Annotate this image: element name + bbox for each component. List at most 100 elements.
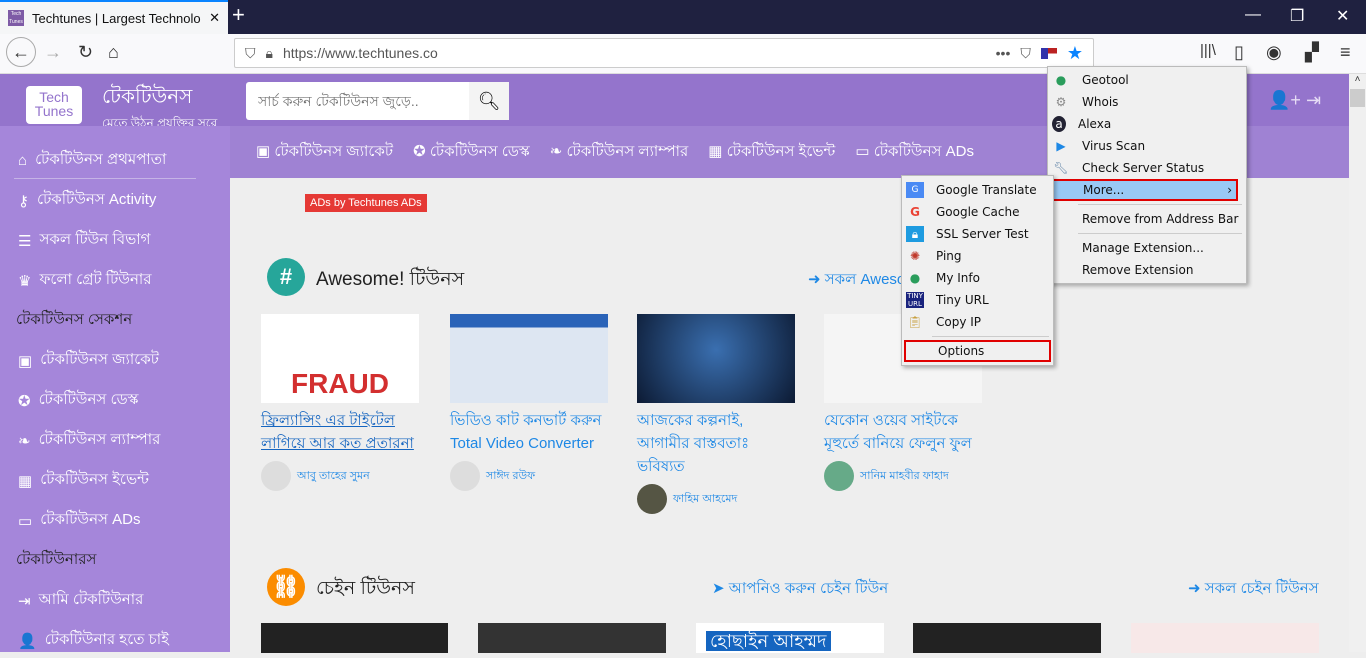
card-title[interactable]: যেকোন ওয়েব সাইটকে মূহুর্তে বানিয়ে ফেলু… xyxy=(824,409,982,455)
tune-card[interactable]: আজকের কল্পনাই, আগামীর বাস্তবতাঃ ভবিষ্যত … xyxy=(637,314,795,514)
menu-item-remove-from-bar[interactable]: Remove from Address Bar xyxy=(1048,208,1246,230)
card-image[interactable] xyxy=(637,314,795,403)
submenu-item-ssl-test[interactable]: 🔒︎ SSL Server Test xyxy=(902,223,1053,245)
globe-icon: ● xyxy=(1055,73,1067,87)
site-logo[interactable]: Tech Tunes xyxy=(26,86,82,124)
menu-item-virus-scan[interactable]: ▶ Virus Scan xyxy=(1048,135,1246,157)
menu-item-remove-extension[interactable]: Remove Extension xyxy=(1048,259,1246,281)
avatar[interactable] xyxy=(261,461,291,491)
add-user-icon[interactable]: 👤+ xyxy=(1268,90,1301,111)
submenu-item-copy-ip[interactable]: 📋︎ Copy IP xyxy=(902,311,1053,333)
sidebar-item-categories[interactable]: ☰ সকল টিউন বিভাগ xyxy=(18,228,150,253)
chevron-right-icon: › xyxy=(1227,183,1232,197)
card-image[interactable] xyxy=(450,314,608,403)
menu-item-geotool[interactable]: ● Geotool xyxy=(1048,69,1246,91)
bookmark-star-icon[interactable]: ★ xyxy=(1067,43,1083,64)
tab-title: Techtunes | Largest Technology xyxy=(32,10,202,26)
avatar[interactable] xyxy=(637,484,667,514)
library-icon[interactable]: |||\ xyxy=(1200,42,1216,59)
author[interactable]: ফাহিম আহমেদ xyxy=(673,490,737,509)
sidebar-item-jacket[interactable]: ▣ টেকটিউনস জ্যাকেট xyxy=(18,348,159,373)
author[interactable]: আবু তাহের সুমন xyxy=(297,467,370,486)
search-icon: 🔍︎ xyxy=(477,90,501,111)
sidebar-item-ads[interactable]: ▭ টেকটিউনস ADs xyxy=(18,508,140,533)
chain-card-image[interactable] xyxy=(478,623,666,653)
scroll-thumb[interactable] xyxy=(1350,89,1365,107)
tune-card[interactable]: FRAUD ফ্রিল্যান্সিং এর টাইটেল লাগিয়ে আর… xyxy=(261,314,419,491)
ads-tag[interactable]: ADs by Techtunes ADs xyxy=(305,194,427,212)
link-icon: ⛓ xyxy=(267,568,305,606)
back-button[interactable]: ← xyxy=(6,37,36,67)
scrollbar[interactable]: ˄ xyxy=(1349,74,1366,652)
lock-icon: 🔒︎ xyxy=(906,226,924,242)
chain-card-image[interactable]: হোছাইন আহম্মদ xyxy=(696,623,884,653)
sidebar-icon[interactable]: ▯ xyxy=(1234,42,1244,63)
scroll-up-icon[interactable]: ˄ xyxy=(1349,74,1366,85)
submenu-item-ping[interactable]: ✺ Ping xyxy=(902,245,1053,267)
avatar[interactable] xyxy=(824,461,854,491)
chain-card-image[interactable] xyxy=(261,623,448,653)
new-tab-button[interactable]: + xyxy=(232,2,245,28)
menu-icon[interactable]: ≡ xyxy=(1340,42,1351,63)
flag-extension-icon[interactable] xyxy=(1040,47,1057,59)
login-icon[interactable]: ⇥ xyxy=(1306,90,1321,111)
url-text[interactable]: https://www.techtunes.co xyxy=(283,45,986,61)
forward-button[interactable]: → xyxy=(44,42,62,63)
google-icon: G xyxy=(910,205,920,219)
close-tab-icon[interactable]: ✕ xyxy=(209,10,220,26)
page-actions-icon[interactable]: ••• xyxy=(996,45,1011,61)
shield-icon[interactable]: ⛉ xyxy=(245,45,256,62)
menu-item-whois[interactable]: ⚙ Whois xyxy=(1048,91,1246,113)
sidebar-item-home[interactable]: ⌂ টেকটিউনস প্রথমপাতা xyxy=(18,148,166,173)
submenu-item-google-translate[interactable]: G Google Translate xyxy=(902,179,1053,201)
avatar[interactable] xyxy=(450,461,480,491)
card-title[interactable]: ভিডিও কাট কনভার্ট করুন Total Video Conve… xyxy=(450,409,608,455)
menu-item-check-server[interactable]: 🔧︎ Check Server Status xyxy=(1048,157,1246,179)
sidebar-item-desk[interactable]: ✪ টেকটিউনস ডেস্ক xyxy=(18,388,138,413)
gear-icon: ⚙ xyxy=(1055,95,1067,109)
menu-item-more[interactable]: More... › xyxy=(1051,179,1238,201)
favicon: Tech Tunes xyxy=(8,10,24,26)
author[interactable]: সাঈদ রউফ xyxy=(486,467,535,486)
address-bar[interactable]: ⛉ 🔒︎ https://www.techtunes.co ••• ⛉ ★ xyxy=(234,38,1094,68)
card-image[interactable]: FRAUD xyxy=(261,314,419,403)
sidebar-item-me[interactable]: ⇥ আমি টেকটিউনার xyxy=(18,588,143,613)
maximize-button[interactable]: ❐ xyxy=(1290,6,1304,26)
author[interactable]: সানিম মাহবীর ফাহাদ xyxy=(860,467,949,486)
ping-icon: ✺ xyxy=(909,249,921,263)
search-input[interactable] xyxy=(246,82,469,120)
home-button[interactable]: ⌂ xyxy=(108,42,119,63)
menu-item-manage[interactable]: Manage Extension... xyxy=(1048,237,1246,259)
nav-event[interactable]: ▦ টেকটিউনস ইভেন্ট xyxy=(708,140,835,165)
join-chain-link[interactable]: ➤ আপনিও করুন চেইন টিউন xyxy=(712,577,888,602)
nav-ads[interactable]: ▭ টেকটিউনস ADs xyxy=(855,140,974,165)
search-button[interactable]: 🔍︎ xyxy=(469,82,509,120)
submenu-item-options[interactable]: Options xyxy=(904,340,1051,362)
card-title[interactable]: ফ্রিল্যান্সিং এর টাইটেল লাগিয়ে আর কত প্… xyxy=(261,409,419,455)
lock-icon[interactable]: 🔒︎ xyxy=(266,45,273,62)
sidebar-item-activity[interactable]: ⚷ টেকটিউনস Activity xyxy=(18,188,156,213)
all-chain-link[interactable]: ➜ সকল চেইন টিউনস xyxy=(1188,577,1319,602)
tune-card[interactable]: ভিডিও কাট কনভার্ট করুন Total Video Conve… xyxy=(450,314,608,491)
minimize-button[interactable]: — xyxy=(1245,6,1261,24)
browser-tab[interactable]: Tech Tunes Techtunes | Largest Technology… xyxy=(0,0,228,34)
sidebar-item-follow[interactable]: ♛ ফলো গ্রেট টিউনার xyxy=(18,268,152,293)
menu-item-alexa[interactable]: a Alexa xyxy=(1048,113,1246,135)
submenu-item-my-info[interactable]: ● My Info xyxy=(902,267,1053,289)
sidebar-item-become[interactable]: 👤 টেকটিউনার হতে চাই xyxy=(18,628,169,653)
pocket-icon[interactable]: ⛉ xyxy=(1020,45,1031,62)
extensions-icon[interactable]: ▞ xyxy=(1305,42,1319,63)
chain-card-image[interactable] xyxy=(913,623,1101,653)
submenu-item-tiny-url[interactable]: TINY URL Tiny URL xyxy=(902,289,1053,311)
sidebar-item-event[interactable]: ▦ টেকটিউনস ইভেন্ট xyxy=(18,468,149,493)
card-title[interactable]: আজকের কল্পনাই, আগামীর বাস্তবতাঃ ভবিষ্যত xyxy=(637,409,795,478)
submenu-item-google-cache[interactable]: G Google Cache xyxy=(902,201,1053,223)
nav-desk[interactable]: ✪ টেকটিউনস ডেস্ক xyxy=(413,140,530,165)
chain-card-image[interactable] xyxy=(1131,623,1319,653)
nav-lamper[interactable]: ❧ টেকটিউনস ল্যাম্পার xyxy=(550,140,689,165)
reload-button[interactable]: ↻ xyxy=(78,42,93,63)
nav-jacket[interactable]: ▣ টেকটিউনস জ্যাকেট xyxy=(256,140,393,165)
close-window-button[interactable]: ✕ xyxy=(1336,6,1349,26)
account-icon[interactable]: ◉ xyxy=(1266,42,1282,63)
sidebar-item-lamper[interactable]: ❧ টেকটিউনস ল্যাম্পার xyxy=(18,428,160,453)
